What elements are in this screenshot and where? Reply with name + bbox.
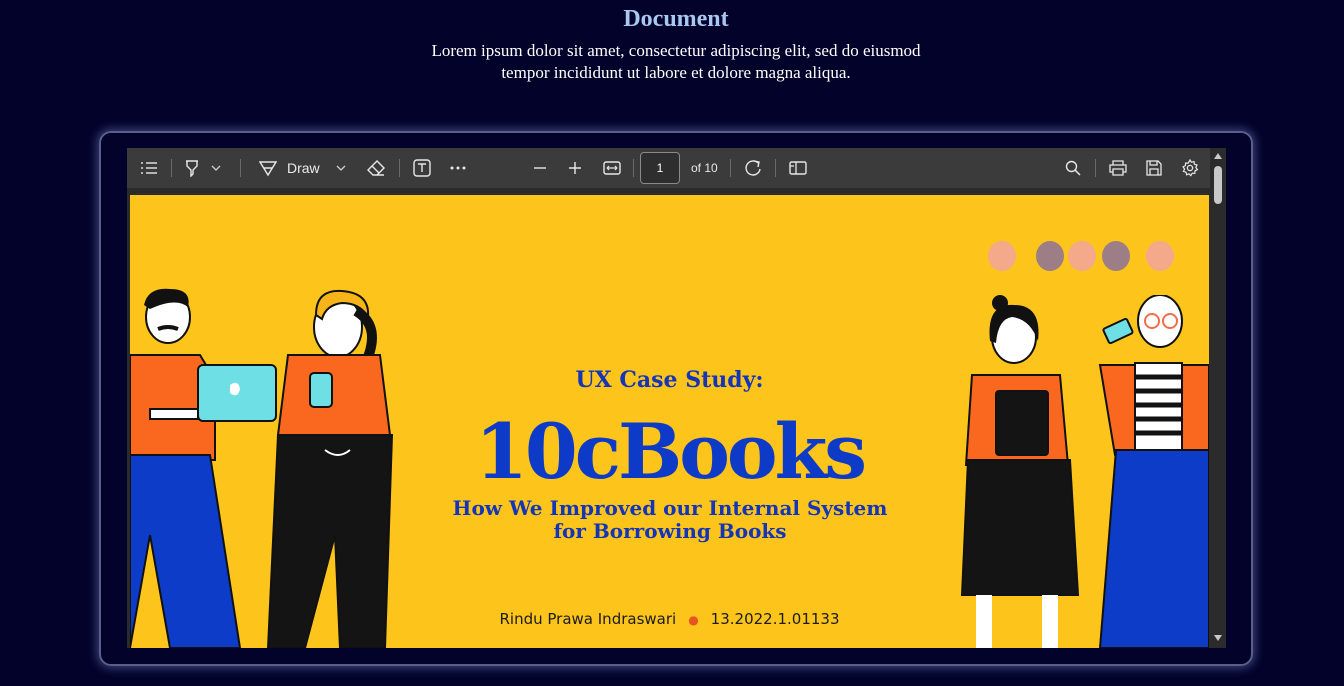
print-icon[interactable] — [1107, 148, 1129, 188]
slide-tagline: How We Improved our Internal System for … — [452, 496, 888, 543]
slide-kicker: UX Case Study: — [575, 367, 764, 393]
rotate-icon[interactable] — [742, 148, 764, 188]
page-count-label: of 10 — [691, 161, 718, 175]
zoom-out-icon[interactable] — [529, 148, 551, 188]
pdf-toolbar: Draw 1 of 10 — [127, 148, 1210, 188]
pdf-viewer: Draw 1 of 10 UX Case Study: 10cBooks How… — [127, 148, 1226, 648]
highlight-icon[interactable] — [181, 148, 203, 188]
document-page: UX Case Study: 10cBooks How We Improved … — [130, 195, 1209, 648]
fit-width-icon[interactable] — [601, 148, 623, 188]
student-id: 13.2022.1.01133 — [710, 610, 840, 628]
draw-button[interactable]: Draw — [287, 148, 327, 188]
slide-byline: Rindu Prawa Indraswari ● 13.2022.1.01133 — [130, 610, 1209, 628]
scrollbar-thumb[interactable] — [1214, 166, 1222, 204]
highlight-dropdown-chevron-icon[interactable] — [209, 148, 223, 188]
text-box-icon[interactable] — [411, 148, 433, 188]
vertical-scrollbar[interactable] — [1210, 148, 1226, 648]
eraser-icon[interactable] — [365, 148, 387, 188]
page-title: Document — [623, 6, 729, 32]
page-view-icon[interactable] — [787, 148, 809, 188]
draw-dropdown-chevron-icon[interactable] — [334, 148, 348, 188]
scroll-up-arrow-icon[interactable] — [1214, 153, 1222, 159]
settings-icon[interactable] — [1179, 148, 1201, 188]
save-icon[interactable] — [1143, 148, 1165, 188]
search-icon[interactable] — [1062, 148, 1084, 188]
draw-icon[interactable] — [257, 148, 279, 188]
separator-dot-icon: ● — [688, 613, 699, 627]
scroll-down-arrow-icon[interactable] — [1214, 635, 1222, 641]
more-icon[interactable] — [447, 148, 469, 188]
page-description: Lorem ipsum dolor sit amet, consectetur … — [431, 41, 921, 82]
page-number-input[interactable]: 1 — [640, 152, 680, 184]
zoom-in-icon[interactable] — [564, 148, 586, 188]
author-name: Rindu Prawa Indraswari — [499, 610, 677, 628]
draw-label: Draw — [287, 160, 320, 176]
slide-title: 10cBooks — [474, 407, 867, 496]
contents-icon[interactable] — [137, 148, 161, 188]
